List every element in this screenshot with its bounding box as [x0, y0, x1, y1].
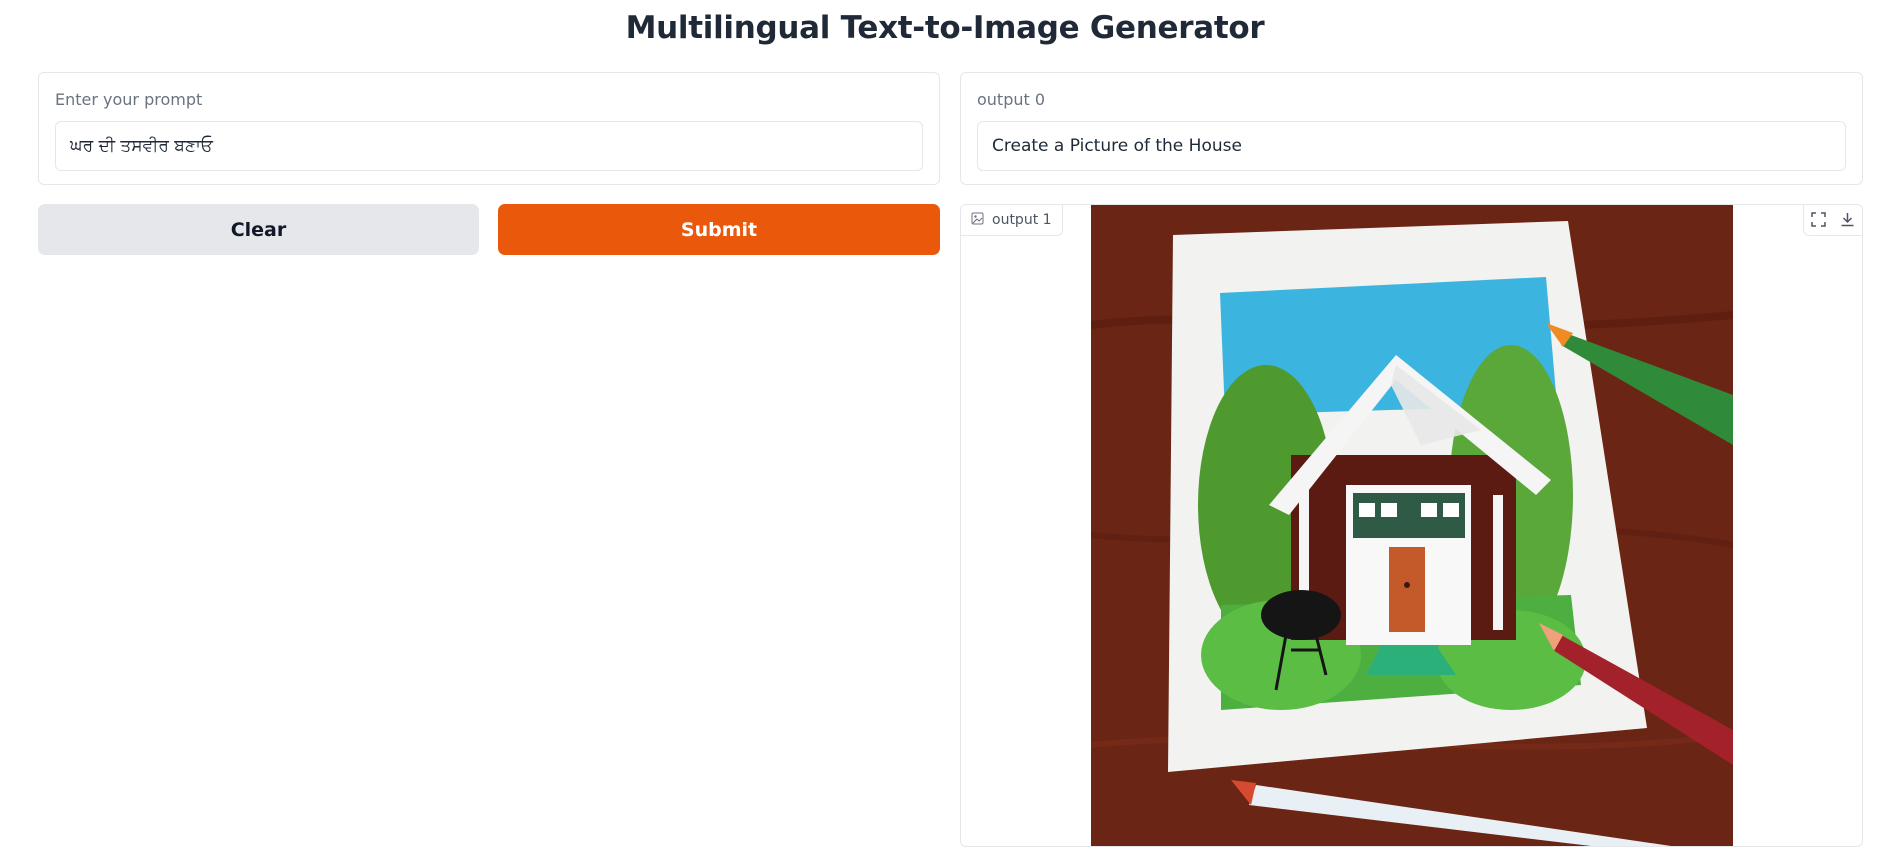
clear-button[interactable]: Clear [38, 204, 479, 255]
image-toolbar [1803, 205, 1862, 236]
page-title: Multilingual Text-to-Image Generator [625, 10, 1265, 46]
generated-image [1091, 205, 1733, 846]
submit-button[interactable]: Submit [498, 204, 940, 255]
download-icon[interactable] [1833, 205, 1862, 234]
output-text-label: output 0 [977, 90, 1046, 109]
prompt-label: Enter your prompt [55, 90, 203, 109]
prompt-input[interactable]: ਘਰ ਦੀ ਤਸਵੀਰ ਬਣਾਓ [55, 121, 923, 171]
image-icon [971, 212, 984, 229]
output-image-label: output 1 [961, 205, 1063, 236]
output-image-block: output 1 [960, 204, 1863, 847]
output-text-value: Create a Picture of the House [992, 136, 1242, 156]
output-image-label-text: output 1 [992, 212, 1052, 228]
fullscreen-icon[interactable] [1804, 205, 1833, 234]
output-text-field[interactable]: Create a Picture of the House [977, 121, 1846, 171]
prompt-block: Enter your prompt ਘਰ ਦੀ ਤਸਵੀਰ ਬਣਾਓ [38, 72, 940, 185]
prompt-input-value: ਘਰ ਦੀ ਤਸਵੀਰ ਬਣਾਓ [70, 136, 213, 156]
output-text-block: output 0 Create a Picture of the House [960, 72, 1863, 185]
